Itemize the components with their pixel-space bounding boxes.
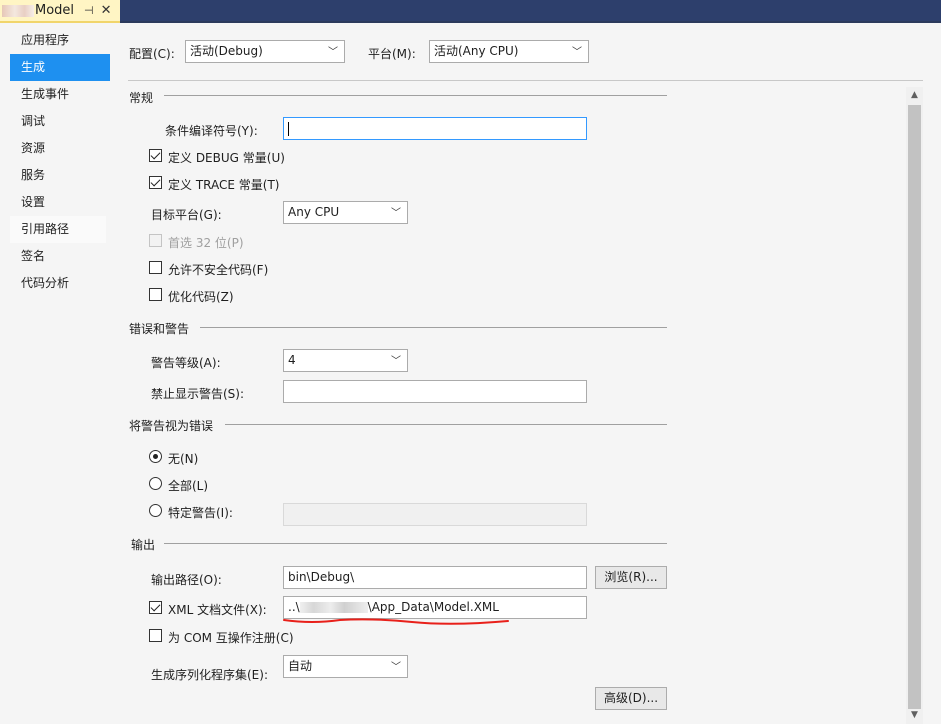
sidebar-item-signing[interactable]: 签名 xyxy=(10,243,106,270)
vertical-scrollbar[interactable]: ▲ ▼ xyxy=(906,87,923,724)
scroll-down-icon[interactable]: ▼ xyxy=(906,707,923,724)
treat-warnings-none-radio[interactable] xyxy=(149,450,162,463)
define-trace-label: 定义 TRACE 常量(T) xyxy=(168,178,280,192)
sidebar-item-build[interactable]: 生成 xyxy=(10,54,120,81)
platform-label: 平台(M): xyxy=(368,47,416,61)
warning-level-combo[interactable]: 4 ﹀ xyxy=(283,349,408,372)
scroll-up-icon[interactable]: ▲ xyxy=(906,87,923,104)
sidebar-item-settings[interactable]: 设置 xyxy=(10,189,106,216)
define-trace-checkbox[interactable] xyxy=(149,176,162,189)
com-register-checkbox[interactable] xyxy=(149,629,162,642)
chevron-down-icon: ﹀ xyxy=(328,47,338,58)
treat-warnings-none-label: 无(N) xyxy=(168,452,199,466)
serialization-label: 生成序列化程序集(E): xyxy=(151,668,268,682)
advanced-button[interactable]: 高级(D)... xyxy=(595,687,667,710)
general-section-rule xyxy=(164,95,667,96)
build-properties-pane: 配置(C): 活动(Debug) ﹀ 平台(M): 活动(Any CPU) ﹀ … xyxy=(110,23,941,724)
blurred-project-name xyxy=(2,4,34,17)
allow-unsafe-label: 允许不安全代码(F) xyxy=(168,263,269,277)
platform-combo-value: 活动(Any CPU) xyxy=(434,44,519,58)
sidebar-item-application[interactable]: 应用程序 xyxy=(10,27,106,54)
blurred-folder-name xyxy=(299,602,368,613)
sidebar-item-reference-paths[interactable]: 引用路径 xyxy=(10,216,106,243)
warning-level-value: 4 xyxy=(288,353,296,367)
optimize-checkbox[interactable] xyxy=(149,288,162,301)
tab-bar-background xyxy=(120,0,941,21)
text-caret xyxy=(288,121,289,136)
sidebar-item-code-analysis[interactable]: 代码分析 xyxy=(10,270,106,297)
output-section-title: 输出 xyxy=(131,538,156,552)
com-register-label: 为 COM 互操作注册(C) xyxy=(168,631,294,645)
config-combo-value: 活动(Debug) xyxy=(190,44,263,58)
define-debug-checkbox[interactable] xyxy=(149,149,162,162)
output-path-value: bin\Debug\ xyxy=(288,570,355,584)
scroll-thumb[interactable] xyxy=(908,105,921,709)
document-tab[interactable]: Model ⊣ ✕ xyxy=(0,0,120,23)
sidebar-item-resources[interactable]: 资源 xyxy=(10,135,106,162)
treat-warnings-section-rule xyxy=(225,424,667,425)
treat-warnings-all-label: 全部(L) xyxy=(168,479,209,493)
errors-section-title: 错误和警告 xyxy=(129,322,190,336)
target-platform-value: Any CPU xyxy=(288,205,340,219)
prefer32-checkbox[interactable] xyxy=(149,234,162,247)
property-sidebar: 应用程序 生成 生成事件 调试 资源 服务 设置 引用路径 签名 代码分析 xyxy=(0,23,120,724)
optimize-label: 优化代码(Z) xyxy=(168,290,234,304)
document-tab-bar: Model ⊣ ✕ xyxy=(0,0,941,23)
treat-warnings-section-title: 将警告视为错误 xyxy=(129,419,214,433)
chevron-down-icon: ﹀ xyxy=(572,47,582,58)
general-section-title: 常规 xyxy=(129,91,154,105)
prefer32-label: 首选 32 位(P) xyxy=(168,236,244,250)
errors-section-rule xyxy=(200,327,667,328)
conditional-symbols-label: 条件编译符号(Y): xyxy=(165,124,258,138)
output-path-label: 输出路径(O): xyxy=(151,573,222,587)
config-label: 配置(C): xyxy=(129,47,175,61)
treat-warnings-specific-radio[interactable] xyxy=(149,504,162,517)
chevron-down-icon: ﹀ xyxy=(391,356,401,367)
target-platform-label: 目标平台(G): xyxy=(151,208,222,222)
warning-level-label: 警告等级(A): xyxy=(151,356,221,370)
conditional-symbols-input[interactable] xyxy=(283,117,587,140)
define-debug-label: 定义 DEBUG 常量(U) xyxy=(168,151,285,165)
red-underline-annotation xyxy=(283,618,509,625)
close-icon[interactable]: ✕ xyxy=(101,3,112,18)
tab-title: Model xyxy=(35,3,75,18)
browse-button[interactable]: 浏览(R)... xyxy=(595,566,667,589)
allow-unsafe-checkbox[interactable] xyxy=(149,261,162,274)
xml-doc-checkbox[interactable] xyxy=(149,601,162,614)
suppress-warnings-label: 禁止显示警告(S): xyxy=(151,387,245,401)
xml-doc-label: XML 文档文件(X): xyxy=(168,603,267,617)
sidebar-item-build-events[interactable]: 生成事件 xyxy=(10,81,106,108)
pin-icon[interactable]: ⊣ xyxy=(84,4,94,17)
chevron-down-icon: ﹀ xyxy=(391,208,401,219)
header-divider xyxy=(128,80,923,81)
platform-combo[interactable]: 活动(Any CPU) ﹀ xyxy=(429,40,589,63)
treat-warnings-specific-label: 特定警告(I): xyxy=(168,506,233,520)
output-section-rule xyxy=(164,543,667,544)
xml-doc-suffix: \App_Data\Model.XML xyxy=(367,600,499,614)
xml-doc-prefix: ..\ xyxy=(288,600,300,614)
chevron-down-icon: ﹀ xyxy=(391,662,401,673)
target-platform-combo[interactable]: Any CPU ﹀ xyxy=(283,201,408,224)
serialization-combo[interactable]: 自动 ﹀ xyxy=(283,655,408,678)
specific-warnings-input[interactable] xyxy=(283,503,587,526)
serialization-value: 自动 xyxy=(288,659,313,673)
sidebar-item-debug[interactable]: 调试 xyxy=(10,108,106,135)
suppress-warnings-input[interactable] xyxy=(283,380,587,403)
sidebar-item-services[interactable]: 服务 xyxy=(10,162,106,189)
config-combo[interactable]: 活动(Debug) ﹀ xyxy=(185,40,345,63)
treat-warnings-all-radio[interactable] xyxy=(149,477,162,490)
output-path-input[interactable]: bin\Debug\ xyxy=(283,566,587,589)
